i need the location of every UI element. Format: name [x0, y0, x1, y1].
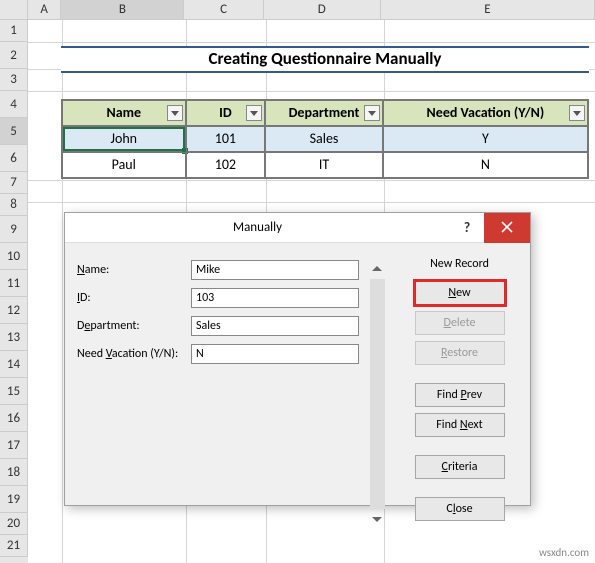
row-header[interactable]: 17 [0, 432, 28, 459]
new-button[interactable]: New [415, 281, 505, 305]
cell-vacation[interactable]: Y [383, 126, 588, 152]
table-header-dept[interactable]: Department [265, 100, 383, 126]
cell-dept[interactable]: IT [265, 152, 383, 178]
row-headers: 1 2 3 4 5 6 7 8 9 10 11 12 13 14 15 16 1… [0, 20, 28, 563]
row-header[interactable]: 1 [0, 20, 28, 42]
cell-dept[interactable]: Sales [265, 126, 383, 152]
row-header[interactable]: 14 [0, 351, 28, 378]
form-row-vacation: Need Vacation (Y/N): N [77, 341, 367, 367]
page-title: Creating Questionnaire Manually [61, 46, 589, 73]
row-header[interactable]: 9 [0, 216, 28, 243]
cell-name[interactable]: Paul [62, 152, 186, 178]
header-text: Name [106, 104, 141, 121]
row-header[interactable]: 8 [0, 194, 28, 216]
header-text: Need Vacation (Y/N) [427, 104, 545, 121]
cell-vacation[interactable]: N [383, 152, 588, 178]
row-header[interactable]: 6 [0, 145, 28, 172]
watermark: wsxdn.com [539, 546, 589, 559]
record-status: New Record [401, 257, 518, 271]
form-row-id: ID: 103 [77, 285, 367, 311]
input-dept[interactable]: Sales [191, 316, 359, 336]
criteria-button[interactable]: Criteria [415, 455, 505, 479]
delete-button[interactable]: Delete [415, 311, 505, 335]
cell-text: John [110, 130, 137, 147]
row-header[interactable]: 5 [0, 118, 28, 145]
scroll-down-icon[interactable] [369, 511, 385, 527]
col-header-D[interactable]: D [264, 0, 381, 20]
header-text: ID [219, 104, 232, 121]
record-scrollbar[interactable] [367, 257, 387, 527]
row-header[interactable]: 7 [0, 172, 28, 194]
close-button[interactable]: Close [415, 497, 505, 521]
dialog-titlebar[interactable]: Manually ? [65, 213, 530, 243]
label-id: ID: [77, 291, 191, 305]
row-header[interactable]: 4 [0, 91, 28, 118]
select-all-corner[interactable] [0, 0, 28, 20]
label-dept: Department: [77, 319, 191, 333]
table-row: Paul 102 IT N [62, 152, 588, 178]
col-header-E[interactable]: E [381, 0, 595, 20]
row-header[interactable]: 15 [0, 378, 28, 405]
close-icon[interactable] [484, 213, 530, 243]
find-next-button[interactable]: Find Next [415, 413, 505, 437]
form-row-name: Name: Mike [77, 257, 367, 283]
row-header[interactable]: 3 [0, 69, 28, 91]
col-header-C[interactable]: C [184, 0, 263, 20]
dialog-body: Name: Mike ID: 103 Department: Sales Nee… [65, 243, 530, 541]
label-name: Name: [77, 263, 191, 277]
find-prev-button[interactable]: Find Prev [415, 383, 505, 407]
row-header[interactable]: 20 [0, 513, 28, 535]
table-header-id[interactable]: ID [186, 100, 266, 126]
input-id[interactable]: 103 [191, 288, 359, 308]
row-header[interactable]: 18 [0, 459, 28, 486]
dialog-title: Manually [65, 220, 450, 235]
label-vacation: Need Vacation (Y/N): [77, 347, 191, 361]
header-text: Department [289, 104, 360, 121]
row-header[interactable]: 19 [0, 486, 28, 513]
dialog-buttons: New Record New Delete Restore Find Prev … [387, 257, 518, 527]
row-header[interactable]: 16 [0, 405, 28, 432]
column-headers: A B C D E [0, 0, 595, 20]
cell-id[interactable]: 101 [186, 126, 266, 152]
data-form-dialog: Manually ? Name: Mike ID: 103 Department… [64, 212, 531, 506]
input-name[interactable]: Mike [191, 260, 359, 280]
table-header-vacation[interactable]: Need Vacation (Y/N) [383, 100, 588, 126]
filter-icon[interactable] [167, 105, 183, 121]
input-vacation[interactable]: N [191, 344, 359, 364]
col-header-A[interactable]: A [28, 0, 62, 20]
row-header[interactable]: 10 [0, 243, 28, 270]
table-header-name[interactable]: Name [62, 100, 186, 126]
row-header[interactable]: 12 [0, 297, 28, 324]
restore-button[interactable]: Restore [415, 341, 505, 365]
help-button[interactable]: ? [450, 213, 484, 243]
cell-name[interactable]: John [62, 126, 186, 152]
filter-icon[interactable] [246, 105, 262, 121]
row-header[interactable]: 2 [0, 42, 28, 69]
col-header-B[interactable]: B [61, 0, 184, 20]
row-header[interactable]: 11 [0, 270, 28, 297]
scroll-up-icon[interactable] [369, 261, 385, 277]
table-row: John 101 Sales Y [62, 126, 588, 152]
scroll-track[interactable] [370, 279, 385, 509]
row-header[interactable]: 13 [0, 324, 28, 351]
worksheet: A B C D E 1 2 3 4 5 6 7 8 9 10 11 12 13 … [0, 0, 595, 563]
cell-id[interactable]: 102 [186, 152, 266, 178]
form-fields: Name: Mike ID: 103 Department: Sales Nee… [77, 257, 367, 527]
filter-icon[interactable] [569, 105, 585, 121]
filter-icon[interactable] [364, 105, 380, 121]
data-table: Name ID Department Need Vacation (Y/N) J… [61, 99, 589, 179]
form-row-dept: Department: Sales [77, 313, 367, 339]
row-header[interactable]: 21 [0, 535, 28, 557]
